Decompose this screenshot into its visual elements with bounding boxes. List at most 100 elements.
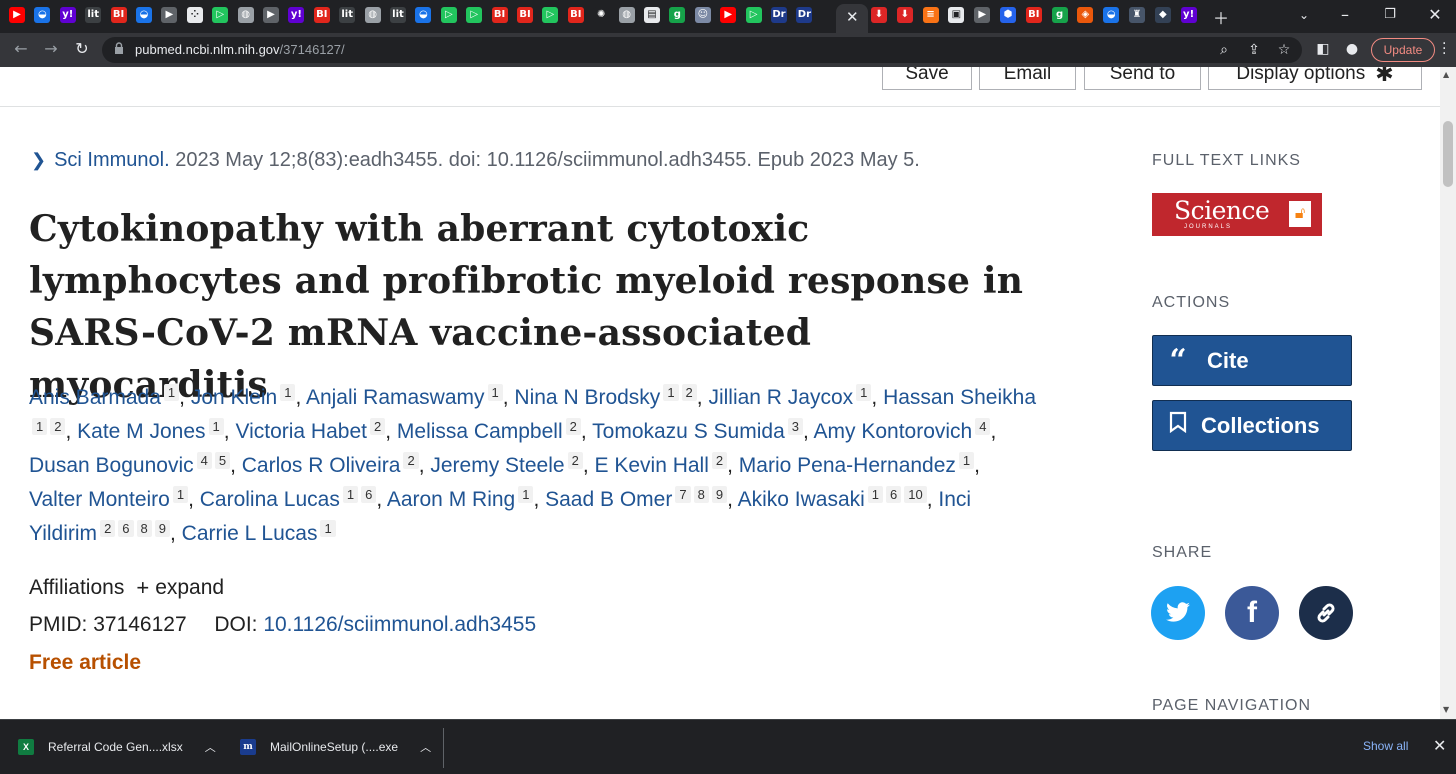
tab[interactable]: ⁘ — [186, 5, 204, 25]
author-link[interactable]: Mario Pena-Hernandez — [739, 454, 956, 477]
tab[interactable]: ◒ — [1102, 5, 1120, 25]
send-to-button[interactable]: Send to — [1084, 67, 1201, 90]
restore-icon[interactable]: ❐ — [1378, 7, 1402, 22]
author-link[interactable]: E Kevin Hall — [595, 454, 709, 477]
tab[interactable]: ▷ — [541, 5, 559, 25]
affiliation-number[interactable]: 1 — [958, 452, 975, 469]
affiliation-number[interactable]: 1 — [856, 384, 872, 401]
tab[interactable]: BI — [491, 5, 509, 25]
affiliation-number[interactable]: 1 — [518, 486, 534, 503]
affiliation-number[interactable]: 2 — [403, 452, 419, 469]
author-link[interactable]: Carlos R Oliveira — [242, 454, 401, 477]
affiliation-number[interactable]: 7 — [675, 486, 691, 503]
scrollbar-thumb[interactable] — [1443, 121, 1453, 187]
affiliation-number[interactable]: 10 — [904, 486, 927, 503]
tab[interactable]: ♜ — [1128, 5, 1146, 25]
tab[interactable]: ▷ — [465, 5, 483, 25]
tab[interactable]: ▷ — [440, 5, 458, 25]
tab[interactable]: BI — [110, 5, 128, 25]
doi-link[interactable]: 10.1126/sciimmunol.adh3455 — [263, 613, 536, 636]
affiliation-number[interactable]: 1 — [663, 384, 679, 401]
email-button[interactable]: Email — [979, 67, 1076, 90]
tab[interactable]: ◍ — [618, 5, 636, 25]
minimize-icon[interactable]: – — [1333, 5, 1357, 24]
menu-kebab-icon[interactable]: · · · — [1442, 37, 1446, 61]
bookmark-star-icon[interactable]: ☆ — [1274, 42, 1294, 58]
author-link[interactable]: Victoria Habet — [235, 420, 367, 443]
share-page-icon[interactable]: ⇪ — [1244, 42, 1264, 58]
author-link[interactable]: Jillian R Jaycox — [708, 386, 853, 409]
scroll-up-icon[interactable]: ▲ — [1443, 70, 1449, 79]
tab[interactable]: lit — [84, 5, 102, 25]
affiliation-number[interactable]: 9 — [711, 486, 728, 503]
tab[interactable]: y! — [59, 5, 77, 25]
affiliation-number[interactable]: 2 — [50, 418, 66, 435]
tab[interactable]: ⬇ — [896, 5, 914, 25]
close-downloads-icon[interactable]: ✕ — [1433, 736, 1446, 756]
author-link[interactable]: Carolina Lucas — [200, 488, 340, 511]
tab[interactable]: ▶ — [262, 5, 280, 25]
tab[interactable]: y! — [1180, 5, 1198, 25]
reload-icon[interactable]: ↻ — [71, 39, 93, 58]
tab[interactable]: ☺ — [694, 5, 712, 25]
tab[interactable]: ▣ — [947, 5, 965, 25]
affiliation-number[interactable]: 1 — [487, 384, 503, 401]
tab[interactable]: g — [668, 5, 686, 25]
tab[interactable]: y! — [287, 5, 305, 25]
tab[interactable]: ◍ — [364, 5, 382, 25]
author-link[interactable]: Aaron M Ring — [387, 488, 515, 511]
affiliation-number[interactable]: 1 — [867, 486, 884, 503]
author-link[interactable]: Anjali Ramaswamy — [306, 386, 485, 409]
page-scrollbar[interactable]: ▲ ▼ — [1440, 67, 1456, 719]
new-tab-button[interactable]: ＋ — [1209, 5, 1233, 29]
affiliation-number[interactable]: 1 — [342, 486, 359, 503]
affiliation-number[interactable]: 1 — [163, 384, 180, 401]
author-link[interactable]: Melissa Campbell — [397, 420, 563, 443]
affiliation-number[interactable]: 2 — [565, 418, 581, 435]
expand-affiliations-button[interactable]: + expand — [136, 575, 224, 601]
affiliation-number[interactable]: 1 — [280, 384, 296, 401]
tab[interactable]: ◒ — [414, 5, 432, 25]
download-item[interactable]: m MailOnlineSetup (....exe ︿ — [240, 720, 431, 774]
affiliation-number[interactable]: 8 — [693, 486, 709, 503]
tab[interactable]: ✺ — [592, 5, 610, 25]
facebook-share-button[interactable]: f — [1225, 586, 1279, 640]
author-link[interactable]: Tomokazu S Sumida — [592, 420, 785, 443]
update-button[interactable]: Update — [1371, 38, 1435, 62]
tab[interactable]: ▶ — [973, 5, 991, 25]
affiliation-number[interactable]: 1 — [32, 418, 48, 435]
twitter-share-button[interactable] — [1151, 586, 1205, 640]
affiliation-number[interactable]: 2 — [369, 418, 386, 435]
tab[interactable]: ◆ — [1154, 5, 1172, 25]
affiliation-number[interactable]: 6 — [886, 486, 902, 503]
display-options-button[interactable]: Display options ✱ — [1208, 67, 1422, 90]
tab-search-icon[interactable]: ⌄ — [1292, 8, 1316, 22]
affiliation-number[interactable]: 4 — [196, 452, 212, 469]
author-link[interactable]: Saad B Omer — [545, 488, 672, 511]
affiliation-number[interactable]: 6 — [361, 486, 377, 503]
affiliation-number[interactable]: 3 — [787, 418, 803, 435]
tab[interactable]: ▷ — [211, 5, 229, 25]
affiliation-number[interactable]: 6 — [118, 520, 134, 537]
affiliation-number[interactable]: 8 — [136, 520, 152, 537]
tab[interactable]: Dr — [795, 5, 813, 25]
download-item[interactable]: X Referral Code Gen....xlsx ︿ — [18, 720, 216, 774]
active-tab[interactable]: ✕ — [836, 4, 868, 33]
tab[interactable]: ▤ — [643, 5, 661, 25]
tab[interactable]: ▷ — [745, 5, 763, 25]
author-link[interactable]: Nina N Brodsky — [514, 386, 660, 409]
tab[interactable]: ▶ — [8, 5, 26, 25]
author-link[interactable]: Akiko Iwasaki — [738, 488, 865, 511]
author-link[interactable]: Amy Kontorovich — [814, 420, 973, 443]
tab[interactable]: ▶ — [719, 5, 737, 25]
profile-icon[interactable]: ● — [1341, 41, 1363, 57]
chevron-up-icon[interactable]: ︿ — [205, 739, 216, 755]
tab[interactable]: ◍ — [237, 5, 255, 25]
author-link[interactable]: Carrie L Lucas — [182, 522, 318, 545]
author-link[interactable]: Anis Barmada — [29, 386, 161, 409]
affiliation-number[interactable]: 1 — [320, 520, 336, 537]
tab[interactable]: Dr — [770, 5, 788, 25]
side-panel-icon[interactable]: ◧ — [1312, 41, 1334, 57]
tab[interactable]: ⬇ — [870, 5, 888, 25]
chevron-right-icon[interactable]: ❯ — [31, 150, 46, 170]
